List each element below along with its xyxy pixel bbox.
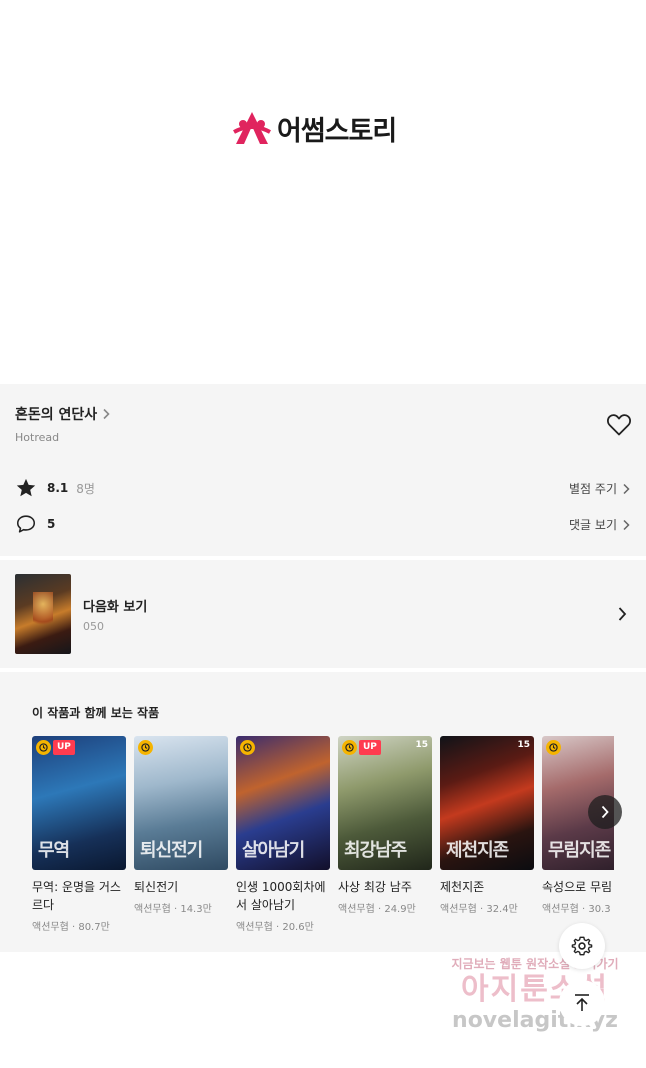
- chevron-right-icon: [623, 483, 630, 494]
- recommendations-heading: 이 작품과 함께 보는 작품: [32, 706, 160, 720]
- chevron-right-icon: [623, 519, 630, 530]
- next-episode-button[interactable]: 다음화 보기 050: [0, 560, 646, 668]
- recommendation-meta: 액션무협 · 30.3: [542, 904, 611, 915]
- cover-title-art: 제천지존: [446, 840, 509, 861]
- recommendation-title: 제천지존: [440, 880, 485, 894]
- next-episode-number: 050: [83, 620, 104, 633]
- recommendation-cover: UP 무역: [32, 736, 126, 870]
- recommendation-meta: 액션무협 · 80.7만: [32, 922, 110, 933]
- header-logo-area: 어썸스토리: [0, 0, 646, 384]
- recommendations-section: 이 작품과 함께 보는 작품 UP 무역 무역: 운명을 거스르다 액션무협 ·…: [0, 672, 646, 952]
- rate-button[interactable]: 별점 주기: [569, 480, 630, 497]
- cover-title-art: 무역: [38, 840, 70, 861]
- clock-icon: [138, 740, 153, 755]
- view-comments-button[interactable]: 댓글 보기: [569, 516, 630, 533]
- work-title-link[interactable]: 혼돈의 연단사: [15, 404, 111, 424]
- recommendation-card[interactable]: UP 15 최강남주 사상 최강 남주 액션무협 · 24.9만: [338, 736, 432, 915]
- clock-icon: [240, 740, 255, 755]
- arrow-up-icon: [575, 994, 589, 1011]
- recommendation-title: 속성으로 무림 존: [542, 880, 614, 894]
- update-badge: UP: [359, 740, 381, 755]
- rating-value: 8.1: [47, 481, 69, 495]
- cover-title-art: 최강남주: [344, 840, 407, 861]
- recommendation-cover: 퇴신전기: [134, 736, 228, 870]
- cover-title-art: 살아남기: [242, 840, 305, 861]
- recommendation-cover: 살아남기: [236, 736, 330, 870]
- next-episode-thumbnail: [15, 574, 71, 654]
- update-badge: UP: [53, 740, 75, 755]
- recommendation-cover: UP 15 최강남주: [338, 736, 432, 870]
- recommendation-card[interactable]: 15 제천지존 제천지존 액션무협 · 32.4만: [440, 736, 534, 915]
- recommendation-meta: 액션무협 · 20.6만: [236, 922, 314, 933]
- recommendation-title: 인생 1000회차에서 살아남기: [236, 880, 326, 912]
- chevron-right-icon: [618, 607, 627, 621]
- age-rating-badge: 15: [415, 740, 428, 750]
- recommendation-title: 무역: 운명을 거스르다: [32, 880, 121, 912]
- cover-title-art: 무림지존: [548, 840, 611, 861]
- cover-title-art: 퇴신전기: [140, 840, 203, 861]
- comment-icon: [16, 515, 36, 533]
- rating-row: 8.1 8명: [15, 477, 95, 499]
- work-title: 혼돈의 연단사: [15, 407, 98, 423]
- recommendation-meta: 액션무협 · 14.3만: [134, 904, 212, 915]
- rating-count: 8명: [76, 481, 95, 496]
- recommendation-card[interactable]: 살아남기 인생 1000회차에서 살아남기 액션무협 · 20.6만: [236, 736, 330, 933]
- rate-button-label: 별점 주기: [569, 482, 617, 496]
- heart-icon: [607, 414, 631, 436]
- clock-icon: [546, 740, 561, 755]
- clock-icon: [36, 740, 51, 755]
- chevron-right-icon: [103, 408, 110, 420]
- recommendation-meta: 액션무협 · 24.9만: [338, 904, 416, 915]
- recommendation-title: 사상 최강 남주: [338, 880, 412, 894]
- settings-button[interactable]: [559, 923, 605, 969]
- view-comments-label: 댓글 보기: [569, 518, 617, 532]
- favorite-button[interactable]: [606, 413, 632, 437]
- recommendations-carousel[interactable]: UP 무역 무역: 운명을 거스르다 액션무협 · 80.7만 퇴신전기 퇴신전…: [32, 736, 614, 946]
- chevron-right-icon: [601, 805, 609, 819]
- recommendation-card[interactable]: UP 무역 무역: 운명을 거스르다 액션무협 · 80.7만: [32, 736, 126, 933]
- gear-icon: [571, 936, 593, 956]
- comment-row: 5: [15, 513, 55, 535]
- age-rating-badge: 15: [517, 740, 530, 750]
- recommendation-cover: 15 제천지존: [440, 736, 534, 870]
- carousel-next-button[interactable]: [588, 795, 622, 829]
- clock-icon: [342, 740, 357, 755]
- work-info-panel: 혼돈의 연단사 Hotread 8.1 8명 별점 주기 5 댓글 보기: [0, 384, 646, 556]
- brand-mark-icon: [233, 112, 271, 144]
- work-author: Hotread: [15, 431, 60, 444]
- next-episode-label: 다음화 보기: [83, 600, 148, 615]
- comment-count: 5: [47, 517, 56, 531]
- brand-logo[interactable]: 어썸스토리: [230, 108, 397, 148]
- recommendation-title: 퇴신전기: [134, 880, 179, 894]
- recommendation-card[interactable]: 퇴신전기 퇴신전기 액션무협 · 14.3만: [134, 736, 228, 915]
- scroll-to-top-button[interactable]: [559, 980, 605, 1026]
- recommendation-meta: 액션무협 · 32.4만: [440, 904, 518, 915]
- brand-name: 어썸스토리: [277, 115, 397, 147]
- star-icon: [16, 478, 36, 497]
